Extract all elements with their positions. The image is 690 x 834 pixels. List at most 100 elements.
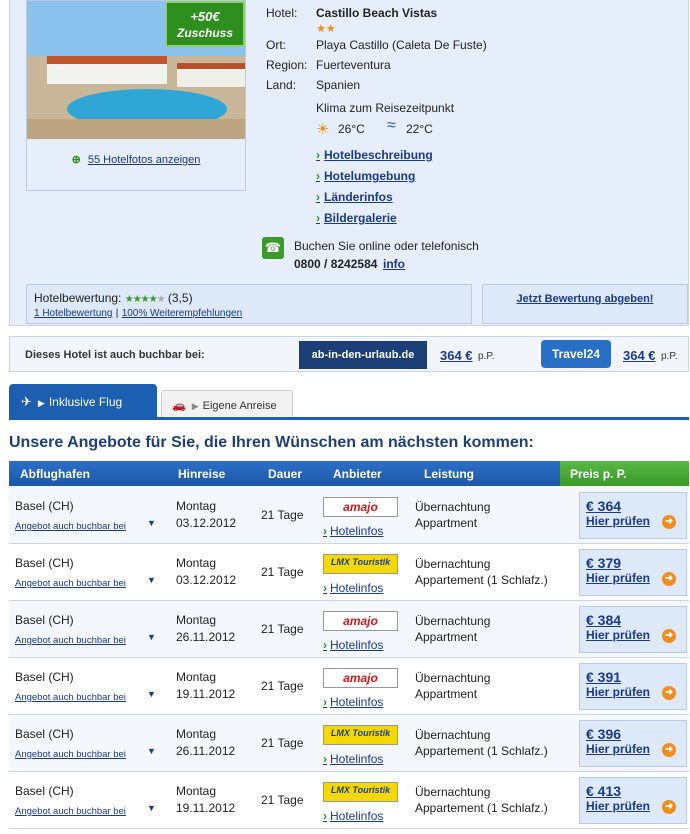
alt-booking-link[interactable]: Angebot auch buchbar bei xyxy=(15,692,126,703)
partner2-price[interactable]: 364 € xyxy=(623,348,656,363)
arrow-right-icon[interactable]: ➜ xyxy=(662,629,676,643)
col-leistung[interactable]: Leistung xyxy=(424,467,474,481)
dropdown-arrow-icon[interactable]: ▼ xyxy=(147,575,156,585)
dropdown-arrow-icon[interactable]: ▼ xyxy=(147,518,156,528)
provider-logo[interactable]: LMX Touristik xyxy=(323,725,398,745)
check-link[interactable]: Hier prüfen xyxy=(586,799,650,813)
check-link[interactable]: Hier prüfen xyxy=(586,628,650,642)
badge-label: Zuschuss xyxy=(176,26,233,40)
write-review-link[interactable]: Jetzt Bewertung abgeben! xyxy=(517,293,654,305)
check-link[interactable]: Hier prüfen xyxy=(586,571,650,585)
badge-amount: +50€ xyxy=(190,9,220,24)
price-value[interactable]: € 396 xyxy=(586,726,621,742)
price-value[interactable]: € 384 xyxy=(586,612,621,628)
price-box[interactable]: € 391 Hier prüfen ➜ xyxy=(579,663,687,710)
hotelinfo-label: Hotelinfos xyxy=(330,752,384,766)
provider-logo[interactable]: amajo xyxy=(323,497,398,517)
price-box[interactable]: € 413 Hier prüfen ➜ xyxy=(579,777,687,824)
chevron-right-icon: › xyxy=(316,169,320,183)
col-abflughafen[interactable]: Abflughafen xyxy=(20,467,90,481)
service-board: Übernachtung xyxy=(415,557,491,571)
airport: Basel (CH) xyxy=(15,784,74,798)
link-bildergalerie[interactable]: › Bildergalerie xyxy=(316,211,397,225)
partner1-price[interactable]: 364 € xyxy=(440,348,473,363)
chevron-right-icon: › xyxy=(323,809,327,823)
duration: 21 Tage xyxy=(261,679,304,693)
chevron-right-icon: › xyxy=(323,752,327,766)
link-hotelumgebung[interactable]: › Hotelumgebung xyxy=(316,169,415,183)
hotelinfo-link[interactable]: › Hotelinfos xyxy=(323,695,383,709)
price-value[interactable]: € 391 xyxy=(586,669,621,685)
weekday: Montag xyxy=(176,784,217,798)
land-label: Land: xyxy=(266,78,297,92)
rating-separator: | xyxy=(115,308,119,319)
weekday: Montag xyxy=(176,613,217,627)
duration: 21 Tage xyxy=(261,508,304,522)
departure-date: 19.11.2012 xyxy=(176,801,236,815)
arrow-right-icon[interactable]: ➜ xyxy=(662,515,676,529)
check-link[interactable]: Hier prüfen xyxy=(586,514,650,528)
alt-booking-link[interactable]: Angebot auch buchbar bei xyxy=(15,521,126,532)
col-dauer[interactable]: Dauer xyxy=(268,467,302,481)
col-hinreise[interactable]: Hinreise xyxy=(178,467,225,481)
provider-logo[interactable]: LMX Touristik xyxy=(323,782,398,802)
info-link[interactable]: info xyxy=(383,257,405,271)
hotelinfo-link[interactable]: › Hotelinfos xyxy=(323,809,383,823)
provider-logo[interactable]: LMX Touristik xyxy=(323,554,398,574)
price-box[interactable]: € 384 Hier prüfen ➜ xyxy=(579,606,687,653)
chevron-right-icon: › xyxy=(323,695,327,709)
photos-link[interactable]: 55 Hotelfotos anzeigen xyxy=(88,154,201,166)
price-box[interactable]: € 379 Hier prüfen ➜ xyxy=(579,549,687,596)
region-label: Region: xyxy=(266,58,308,72)
check-link[interactable]: Hier prüfen xyxy=(586,742,650,756)
alt-booking-link[interactable]: Angebot auch buchbar bei xyxy=(15,806,126,817)
hotelinfo-label: Hotelinfos xyxy=(330,695,384,709)
service-board: Übernachtung xyxy=(415,671,491,685)
alt-booking-link[interactable]: Angebot auch buchbar bei xyxy=(15,578,126,589)
hotelinfo-link[interactable]: › Hotelinfos xyxy=(323,752,383,766)
arrow-right-icon[interactable]: ➜ xyxy=(662,572,676,586)
departure-date: 03.12.2012 xyxy=(176,516,237,530)
rating-count-link[interactable]: 1 Hotelbewertung xyxy=(34,308,112,319)
alt-booking-link[interactable]: Angebot auch buchbar bei xyxy=(15,635,126,646)
tab-eigene-anreise[interactable]: 🚗 ▶ Eigene Anreise xyxy=(161,390,293,417)
provider-logo[interactable]: amajo xyxy=(323,668,398,688)
arrow-right-icon[interactable]: ➜ xyxy=(662,800,676,814)
col-anbieter[interactable]: Anbieter xyxy=(333,467,382,481)
hotelinfo-link[interactable]: › Hotelinfos xyxy=(323,638,383,652)
partner-logo-abindenurlaub[interactable]: ab-in-den-urlaub.de xyxy=(299,341,427,369)
provider-logo[interactable]: amajo xyxy=(323,611,398,631)
price-box[interactable]: € 396 Hier prüfen ➜ xyxy=(579,720,687,767)
air-temp: 26°C xyxy=(338,122,365,136)
alt-booking-link[interactable]: Angebot auch buchbar bei xyxy=(15,749,126,760)
price-value[interactable]: € 413 xyxy=(586,783,621,799)
tab-inklusive-flug[interactable]: ✈ ▶ Inklusive Flug xyxy=(9,384,157,417)
hotelinfo-label: Hotelinfos xyxy=(330,809,384,823)
dropdown-arrow-icon[interactable]: ▼ xyxy=(147,803,156,813)
arrow-right-icon[interactable]: ➜ xyxy=(662,686,676,700)
phone-number: 0800 / 8242584 xyxy=(294,257,378,271)
check-link[interactable]: Hier prüfen xyxy=(586,685,650,699)
recommend-link[interactable]: 100% Weiterempfehlungen xyxy=(122,308,242,319)
dropdown-arrow-icon[interactable]: ▼ xyxy=(147,632,156,642)
tab-label: Inklusive Flug xyxy=(48,395,123,409)
service-room: Appartement (1 Schlafz.) xyxy=(415,573,548,587)
chevron-right-icon: › xyxy=(316,190,320,204)
hotel-label: Hotel: xyxy=(266,6,298,20)
col-preis[interactable]: Preis p. P. xyxy=(560,461,689,486)
arrow-right-icon[interactable]: ➜ xyxy=(662,743,676,757)
link-laenderinfos[interactable]: › Länderinfos xyxy=(316,190,393,204)
table-row: Basel (CH) Angebot auch buchbar bei ▼ Monta… xyxy=(9,601,689,658)
link-hotelbeschreibung[interactable]: › Hotelbeschreibung xyxy=(316,148,433,162)
chevron-right-icon: › xyxy=(323,638,327,652)
dropdown-arrow-icon[interactable]: ▼ xyxy=(147,689,156,699)
price-box[interactable]: € 364 Hier prüfen ➜ xyxy=(579,492,687,539)
price-value[interactable]: € 379 xyxy=(586,555,621,571)
dropdown-arrow-icon[interactable]: ▼ xyxy=(147,746,156,756)
price-value[interactable]: € 364 xyxy=(586,498,621,514)
partner-logo-travel24[interactable]: Travel24 xyxy=(541,340,611,368)
hotel-photo[interactable]: +50€ Zuschuss xyxy=(27,1,245,139)
table-header: Abflughafen Hinreise Dauer Anbieter Leis… xyxy=(9,461,689,486)
hotelinfo-link[interactable]: › Hotelinfos xyxy=(323,581,383,595)
hotelinfo-link[interactable]: › Hotelinfos xyxy=(323,524,383,538)
